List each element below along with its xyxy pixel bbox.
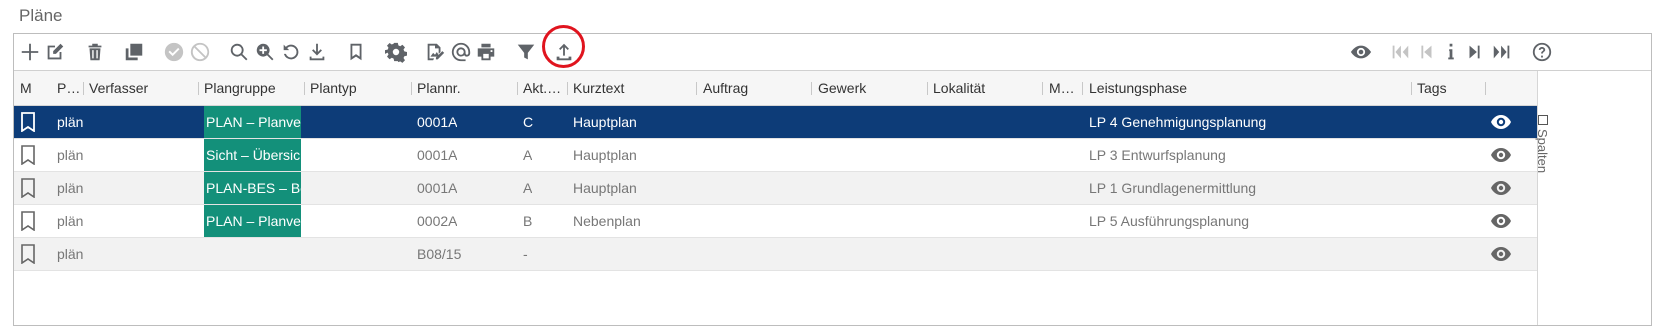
column-separator[interactable] — [83, 82, 84, 95]
cell-kurztext: Hauptplan — [573, 180, 637, 196]
last-icon[interactable] — [1486, 34, 1518, 70]
plangruppe-badge: PLAN – Planverw — [204, 106, 301, 138]
cell-plannr: 0002A — [417, 213, 458, 229]
eye-icon[interactable] — [1490, 147, 1512, 163]
column-separator[interactable] — [1082, 82, 1083, 95]
eye-icon[interactable] — [1490, 246, 1512, 262]
table-row[interactable]: plän PLAN-BES – Bes 0001A A Hauptplan LP… — [14, 172, 1537, 205]
cell-pr: plän — [57, 180, 84, 196]
cell-leistungsphase: LP 5 Ausführungsplanung — [1089, 213, 1250, 229]
column-header-lokalitaet[interactable]: Lokalität — [933, 71, 1038, 105]
cell-pr: plän — [57, 246, 84, 262]
cell-leistungsphase: LP 4 Genehmigungsplanung — [1089, 114, 1267, 130]
column-header-m[interactable]: M — [20, 71, 50, 105]
column-header-pr[interactable]: Pr… — [57, 71, 81, 105]
bookmark-icon[interactable] — [340, 34, 372, 70]
table-row[interactable]: plän PLAN – Planverw 0002A B Nebenplan L… — [14, 205, 1537, 238]
column-header-auftrag[interactable]: Auftrag — [703, 71, 808, 105]
cell-plannr: 0001A — [417, 147, 458, 163]
column-separator[interactable] — [304, 82, 305, 95]
column-header-kurztext[interactable]: Kurztext — [573, 71, 693, 105]
bookmark-icon[interactable] — [20, 145, 36, 166]
column-separator[interactable] — [198, 82, 199, 95]
columns-label: Spalten — [1535, 129, 1550, 174]
table-row[interactable]: plän B08/15 - — [14, 238, 1537, 271]
column-header-gewerk[interactable]: Gewerk — [818, 71, 923, 105]
cell-plannr: B08/15 — [417, 246, 462, 262]
help-icon[interactable] — [1526, 34, 1558, 70]
column-separator[interactable] — [517, 82, 518, 95]
column-separator[interactable] — [567, 82, 568, 95]
eye-icon[interactable] — [1490, 180, 1512, 196]
column-separator[interactable] — [1042, 82, 1043, 95]
cell-akt-index: B — [523, 213, 533, 229]
download-icon[interactable] — [301, 34, 333, 70]
eye-icon[interactable] — [1490, 114, 1512, 130]
duplicate-icon[interactable] — [118, 34, 150, 70]
table-row[interactable]: plän PLAN – Planverw 0001A C Hauptplan L… — [14, 106, 1537, 139]
cell-akt-index: C — [523, 114, 534, 130]
gear-icon[interactable] — [380, 34, 412, 70]
bookmark-icon[interactable] — [20, 178, 36, 199]
cell-pr: plän — [57, 114, 84, 130]
eye-icon[interactable] — [1345, 34, 1377, 70]
reject-icon[interactable] — [184, 34, 216, 70]
plangruppe-badge: PLAN – Planverw — [204, 205, 301, 237]
cell-kurztext: Nebenplan — [573, 213, 641, 229]
column-separator[interactable] — [1411, 82, 1412, 95]
page-title: Pläne — [19, 6, 63, 25]
plangruppe-badge: PLAN-BES – Bes — [204, 172, 301, 204]
print-icon[interactable] — [470, 34, 502, 70]
column-separator[interactable] — [811, 82, 812, 95]
edit-icon[interactable] — [39, 34, 71, 70]
column-separator[interactable] — [411, 82, 412, 95]
cell-plannr: 0001A — [417, 114, 458, 130]
cell-kurztext: Hauptplan — [573, 114, 637, 130]
column-separator[interactable] — [1485, 82, 1486, 95]
columns-icon — [1537, 115, 1548, 125]
column-header-akt-index[interactable]: Akt. I… — [523, 71, 565, 105]
cell-pr: plän — [57, 213, 84, 229]
column-header-ma[interactable]: Ma… — [1049, 71, 1079, 105]
toolbar — [14, 25, 1651, 71]
bookmark-icon[interactable] — [20, 112, 36, 133]
column-header-verfasser[interactable]: Verfasser — [89, 71, 199, 105]
column-separator[interactable] — [927, 82, 928, 95]
cell-leistungsphase: LP 1 Grundlagenermittlung — [1089, 180, 1257, 196]
cell-akt-index: - — [523, 246, 528, 262]
column-header-plantyp[interactable]: Plantyp — [310, 71, 408, 105]
cell-pr: plän — [57, 147, 84, 163]
filter-icon[interactable] — [510, 34, 542, 70]
bookmark-icon[interactable] — [20, 244, 36, 265]
cell-kurztext: Hauptplan — [573, 147, 637, 163]
bookmark-icon[interactable] — [20, 211, 36, 232]
columns-side-panel[interactable]: Spalten — [1535, 71, 1552, 325]
cell-akt-index: A — [523, 147, 533, 163]
cell-akt-index: A — [523, 180, 533, 196]
column-header-plangruppe[interactable]: Plangruppe — [204, 71, 304, 105]
column-header-tags[interactable]: Tags — [1417, 71, 1477, 105]
cell-leistungsphase: LP 3 Entwurfsplanung — [1089, 147, 1226, 163]
grid-header: M Pr… Verfasser Plangruppe Plantyp Plann… — [14, 71, 1537, 106]
columns-toggle[interactable]: Spalten — [1535, 115, 1550, 173]
delete-icon[interactable] — [79, 34, 111, 70]
eye-icon[interactable] — [1490, 213, 1512, 229]
table-row[interactable]: plän Sicht – Übersich 0001A A Hauptplan … — [14, 139, 1537, 172]
plans-panel: M Pr… Verfasser Plangruppe Plantyp Plann… — [13, 25, 1652, 326]
column-header-leistungsphase[interactable]: Leistungsphase — [1089, 71, 1389, 105]
column-separator[interactable] — [696, 82, 697, 95]
cell-plannr: 0001A — [417, 180, 458, 196]
upload-icon[interactable] — [548, 34, 580, 70]
plangruppe-badge: Sicht – Übersich — [204, 139, 301, 171]
column-header-plannr[interactable]: Plannr. — [417, 71, 517, 105]
